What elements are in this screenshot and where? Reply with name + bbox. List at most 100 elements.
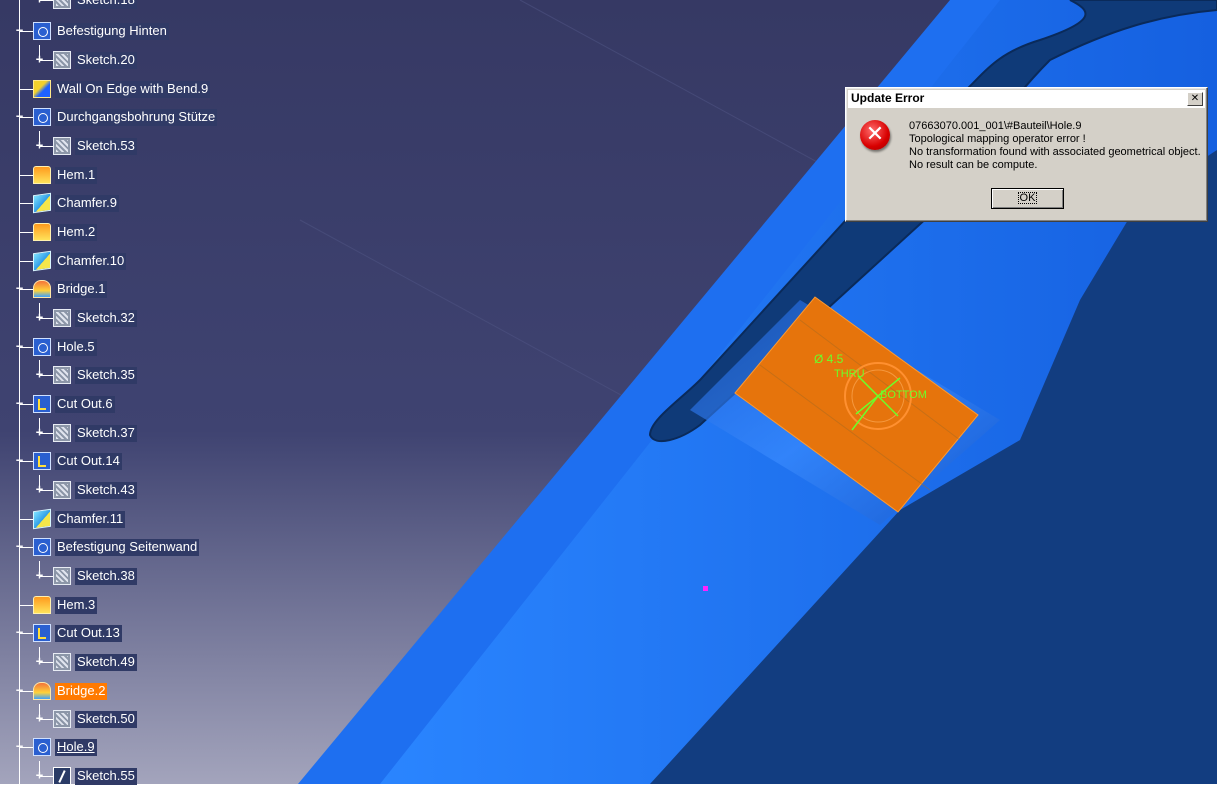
tree-node-label[interactable]: Bridge.1 <box>55 281 108 298</box>
sketch-icon[interactable] <box>53 51 71 69</box>
sketch-icon[interactable] <box>53 481 71 499</box>
bridge-icon[interactable] <box>33 280 51 298</box>
tree-node[interactable]: − Cut Out.14 <box>0 452 300 472</box>
chamfer-icon[interactable] <box>33 250 51 272</box>
tree-node-label[interactable]: Sketch.50 <box>75 711 137 728</box>
tree-node[interactable]: Hem.2 <box>0 223 300 243</box>
tree-node[interactable]: − Hole.9 <box>0 738 300 758</box>
hole-icon[interactable] <box>33 738 51 756</box>
tree-node[interactable]: Chamfer.9 <box>0 192 300 214</box>
close-button[interactable]: ✕ <box>1187 92 1203 106</box>
tree-node-label[interactable]: Chamfer.9 <box>55 195 119 212</box>
tree-node[interactable]: − Cut Out.6 <box>0 395 300 415</box>
collapse-minus-icon[interactable]: − <box>14 540 25 552</box>
expand-plus-icon[interactable]: + <box>34 712 45 724</box>
tree-node-label[interactable]: Hole.9 <box>55 739 97 756</box>
tree-node[interactable]: + Sketch.55 <box>0 761 300 787</box>
hem-icon[interactable] <box>33 596 51 614</box>
tree-node-label[interactable]: Sketch.55 <box>75 768 137 785</box>
tree-node-label[interactable]: Sketch.49 <box>75 654 137 671</box>
hole-icon[interactable] <box>33 538 51 556</box>
expand-plus-icon[interactable]: + <box>34 769 45 781</box>
cut-out-icon[interactable] <box>33 452 51 470</box>
expand-plus-icon[interactable]: + <box>34 426 45 438</box>
tree-node[interactable]: + Sketch.43 <box>0 475 300 501</box>
hem-icon[interactable] <box>33 166 51 184</box>
tree-node[interactable]: − Hole.5 <box>0 338 300 358</box>
collapse-minus-icon[interactable]: − <box>14 626 25 638</box>
sketch-icon[interactable] <box>53 309 71 327</box>
tree-node[interactable]: Wall On Edge with Bend.9 <box>0 80 300 100</box>
tree-node-label[interactable]: Sketch.43 <box>75 482 137 499</box>
cut-out-icon[interactable] <box>33 395 51 413</box>
tree-node[interactable]: Chamfer.10 <box>0 250 300 272</box>
sketch-icon[interactable] <box>53 710 71 728</box>
collapse-minus-icon[interactable]: − <box>14 282 25 294</box>
tree-node[interactable]: + Sketch.32 <box>0 303 300 329</box>
expand-plus-icon[interactable]: + <box>34 368 45 380</box>
collapse-minus-icon[interactable]: − <box>14 740 25 752</box>
tree-node-label[interactable]: Hem.3 <box>55 597 98 614</box>
sketch-icon[interactable] <box>53 767 71 785</box>
tree-node-label[interactable]: Sketch.38 <box>75 568 137 585</box>
collapse-minus-icon[interactable]: − <box>14 684 25 696</box>
tree-node[interactable]: + Sketch.50 <box>0 704 300 730</box>
tree-node-label[interactable]: Sketch.37 <box>75 425 137 442</box>
hole-icon[interactable] <box>33 108 51 126</box>
tree-node-label[interactable]: Sketch.35 <box>75 367 137 384</box>
tree-node-label[interactable]: Sketch.18 <box>75 0 137 9</box>
tree-node-label[interactable]: Cut Out.14 <box>55 453 122 470</box>
collapse-minus-icon[interactable]: − <box>14 454 25 466</box>
tree-node-label[interactable]: Sketch.32 <box>75 310 137 327</box>
tree-node-label[interactable]: Chamfer.10 <box>55 253 127 270</box>
sketch-icon[interactable] <box>53 137 71 155</box>
tree-node[interactable]: − Befestigung Hinten <box>0 22 300 42</box>
tree-node-label[interactable]: Chamfer.11 <box>55 511 126 528</box>
tree-node[interactable]: − Bridge.1 <box>0 280 300 300</box>
ok-button[interactable]: OK <box>991 188 1064 209</box>
tree-node[interactable]: − Cut Out.13 <box>0 624 300 644</box>
tree-node[interactable]: + Sketch.20 <box>0 45 300 71</box>
expand-plus-icon[interactable]: + <box>34 139 45 151</box>
tree-node-label[interactable]: Sketch.53 <box>75 138 137 155</box>
expand-plus-icon[interactable]: + <box>34 483 45 495</box>
tree-node[interactable]: − Durchgangsbohrung Stütze <box>0 108 300 128</box>
tree-node[interactable]: + Sketch.37 <box>0 418 300 444</box>
sketch-icon[interactable] <box>53 424 71 442</box>
chamfer-icon[interactable] <box>33 192 51 214</box>
sketch-icon[interactable] <box>53 366 71 384</box>
tree-node-label[interactable]: Sketch.20 <box>75 52 137 69</box>
tree-node-label[interactable]: Cut Out.6 <box>55 396 115 413</box>
expand-plus-icon[interactable]: + <box>34 569 45 581</box>
point-marker[interactable] <box>703 586 708 591</box>
tree-node-label[interactable]: Hole.5 <box>55 339 97 356</box>
collapse-minus-icon[interactable]: − <box>14 24 25 36</box>
tree-node[interactable]: − Befestigung Seitenwand <box>0 538 300 558</box>
wall-on-edge-icon[interactable] <box>33 80 51 98</box>
expand-plus-icon[interactable]: + <box>34 311 45 323</box>
sketch-icon[interactable] <box>53 653 71 671</box>
tree-node-label[interactable]: Befestigung Seitenwand <box>55 539 200 556</box>
tree-node[interactable]: Hem.1 <box>0 166 300 186</box>
tree-node[interactable]: + Sketch.49 <box>0 647 300 673</box>
dialog-titlebar[interactable]: Update Error ✕ <box>848 90 1205 108</box>
tree-node-label[interactable]: Hem.1 <box>55 167 98 184</box>
expand-plus-icon[interactable]: + <box>34 0 45 5</box>
tree-node[interactable]: + Sketch.38 <box>0 561 300 587</box>
collapse-minus-icon[interactable]: − <box>14 397 25 409</box>
tree-node[interactable]: Hem.3 <box>0 596 300 616</box>
tree-node-label[interactable]: Hem.2 <box>55 224 98 241</box>
tree-node[interactable]: − Bridge.2 <box>0 682 300 702</box>
specification-tree[interactable]: + Sketch.18 − Befestigung Hinten + Sketch.20 W… <box>0 0 300 787</box>
tree-node-label[interactable]: Cut Out.13 <box>55 625 122 642</box>
tree-node-label[interactable]: Durchgangsbohrung Stütze <box>55 109 218 126</box>
expand-plus-icon[interactable]: + <box>34 655 45 667</box>
tree-node[interactable]: Chamfer.11 <box>0 508 300 530</box>
tree-node[interactable]: + Sketch.35 <box>0 360 300 386</box>
tree-node-label[interactable]: Wall On Edge with Bend.9 <box>55 81 211 98</box>
collapse-minus-icon[interactable]: − <box>14 340 25 352</box>
tree-node[interactable]: + Sketch.53 <box>0 131 300 157</box>
hole-icon[interactable] <box>33 22 51 40</box>
hem-icon[interactable] <box>33 223 51 241</box>
tree-node-label[interactable]: Befestigung Hinten <box>55 23 169 40</box>
